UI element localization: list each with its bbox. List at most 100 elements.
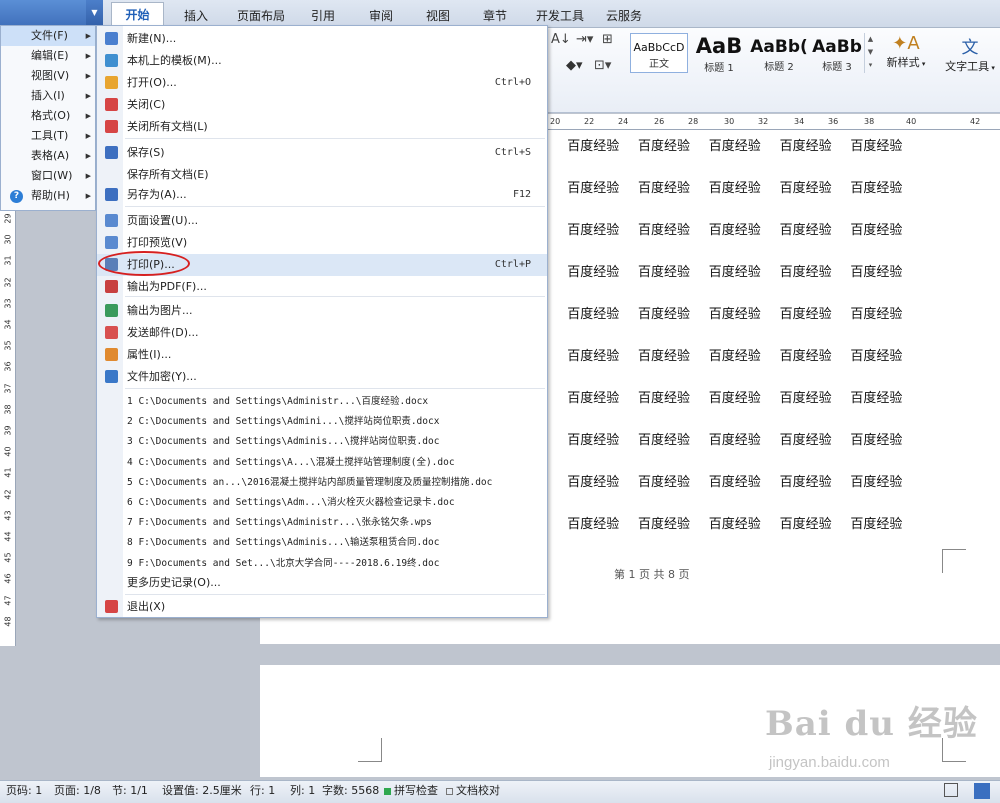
file-menu-item[interactable]: 页面设置(U)... <box>97 210 547 232</box>
spell-check-toggle[interactable]: 拼写检查 <box>384 781 438 801</box>
document-word: 百度经验 <box>850 139 903 154</box>
recent-file-item[interactable]: 5 C:\Documents an...\2016混凝土搅拌站内部质量管理制度及… <box>127 474 492 488</box>
align-icon[interactable]: ⇥▾ <box>576 32 593 47</box>
menu-item-format[interactable]: 格式(O) ▶ <box>1 106 95 126</box>
chevron-right-icon: ▶ <box>85 32 91 40</box>
document-word: 百度经验 <box>637 391 690 406</box>
spell-check-label: 拼写检查 <box>394 784 438 797</box>
recent-file-item[interactable]: 7 F:\Documents and Settings\Administr...… <box>127 514 432 528</box>
new-style-button[interactable]: ✦A 新样式 ▾ <box>882 33 930 70</box>
document-word: 百度经验 <box>779 517 832 532</box>
page-corner-mark <box>942 549 966 573</box>
exit-menu-item[interactable]: 退出(X) <box>97 596 547 618</box>
fill-color-icon[interactable]: ◆▾ <box>566 58 583 73</box>
menu-item-file[interactable]: 文件(F) ▶ <box>1 26 95 46</box>
ruler-mark: 38 <box>3 404 13 415</box>
document-word: 百度经验 <box>637 475 690 490</box>
style-normal[interactable]: AaBbCcD 正文 <box>630 33 688 73</box>
tab-chapter[interactable]: 章节 <box>483 7 507 24</box>
file-menu-item[interactable]: 保存(S) Ctrl+S <box>97 142 547 164</box>
highlight-circle <box>98 251 190 276</box>
recent-file-item[interactable]: 4 C:\Documents and Settings\A...\混凝土搅拌站管… <box>127 454 455 468</box>
document-word: 百度经验 <box>708 433 761 448</box>
recent-file-item[interactable]: 8 F:\Documents and Settings\Adminis...\输… <box>127 534 439 548</box>
chevron-right-icon: ▶ <box>85 192 91 200</box>
menu-label: 退出(X) <box>127 600 166 613</box>
file-menu-item[interactable]: 输出为PDF(F)... <box>97 276 547 298</box>
more-history-item[interactable]: 更多历史记录(O)... <box>127 574 221 590</box>
document-word: 百度经验 <box>779 307 832 322</box>
new-doc-icon <box>105 32 118 45</box>
menu-label: 页面设置(U)... <box>127 214 199 227</box>
document-word: 百度经验 <box>708 391 761 406</box>
menu-item-tools[interactable]: 工具(T) ▶ <box>1 126 95 146</box>
ruler-mark: 42 <box>3 489 13 500</box>
file-menu-item[interactable]: 关闭所有文档(L) <box>97 116 547 138</box>
document-word: 百度经验 <box>567 475 620 490</box>
page-setup-icon <box>105 214 118 227</box>
save-as-icon <box>105 188 118 201</box>
wps-menu-dropdown-arrow[interactable]: ▼ <box>86 0 103 27</box>
menu-item-insert[interactable]: 插入(I) ▶ <box>1 86 95 106</box>
menu-item-help[interactable]: ? 帮助(H) ▶ <box>1 186 95 206</box>
encrypt-icon <box>105 370 118 383</box>
chevron-right-icon: ▶ <box>85 172 91 180</box>
recent-file-item[interactable]: 1 C:\Documents and Settings\Administr...… <box>127 393 428 407</box>
tab-insert[interactable]: 插入 <box>184 7 208 24</box>
file-menu-item[interactable]: 另存为(A)... F12 <box>97 184 547 206</box>
tab-references[interactable]: 引用 <box>311 7 335 24</box>
ruler-mark: 43 <box>3 510 13 521</box>
table-grid-icon[interactable]: ⊞ <box>602 32 613 47</box>
file-menu-item[interactable]: 输出为图片... <box>97 300 547 322</box>
file-menu-item[interactable]: 打开(O)... Ctrl+O <box>97 72 547 94</box>
text-tools-button[interactable]: 文 文字工具 ▾ <box>940 33 1000 74</box>
style-heading-1[interactable]: AaB 标题 1 <box>690 33 748 73</box>
file-menu-item[interactable]: 本机上的模板(M)... <box>97 50 547 72</box>
status-words[interactable]: 字数: 5568 <box>322 781 379 801</box>
document-word: 百度经验 <box>567 433 620 448</box>
file-menu-item[interactable]: 打印预览(V) <box>97 232 547 254</box>
recent-file-item[interactable]: 6 C:\Documents and Settings\Adm...\消火栓灭火… <box>127 494 455 508</box>
style-heading-2[interactable]: AaBb( 标题 2 <box>750 33 808 73</box>
tab-review[interactable]: 审阅 <box>369 7 393 24</box>
help-icon: ? <box>10 190 23 203</box>
sort-icon[interactable]: A↓ <box>551 32 571 47</box>
menu-item-edit[interactable]: 编辑(E) ▶ <box>1 46 95 66</box>
document-word: 百度经验 <box>850 391 903 406</box>
menu-item-window[interactable]: 窗口(W) ▶ <box>1 166 95 186</box>
border-icon[interactable]: ⊡▾ <box>594 58 611 73</box>
wps-menu-button[interactable] <box>0 0 86 27</box>
ruler-mark: 36 <box>828 117 839 126</box>
ruler-mark: 41 <box>3 467 13 478</box>
tab-page-layout[interactable]: 页面布局 <box>237 7 285 24</box>
recent-file-item[interactable]: 2 C:\Documents and Settings\Admini...\搅拌… <box>127 413 439 427</box>
file-menu-item[interactable]: 新建(N)... <box>97 28 547 50</box>
menu-label: 输出为PDF(F)... <box>127 280 207 293</box>
document-word: 百度经验 <box>567 349 620 364</box>
style-heading-3[interactable]: AaBb 标题 3 <box>808 33 866 73</box>
recent-file-item[interactable]: 9 F:\Documents and Set...\北京大学合同----2018… <box>127 555 439 569</box>
status-page[interactable]: 页面: 1/8 <box>54 781 101 801</box>
ruler-mark: 37 <box>3 383 13 394</box>
view-mode-icon[interactable] <box>974 783 990 799</box>
menu-label: 文件加密(Y)... <box>127 370 197 383</box>
style-gallery-scroll[interactable]: ▲ ▼ ▾ <box>864 33 876 73</box>
menu-item-table[interactable]: 表格(A) ▶ <box>1 146 95 166</box>
recent-file-item[interactable]: 3 C:\Documents and Settings\Adminis...\搅… <box>127 433 439 447</box>
document-word: 百度经验 <box>779 139 832 154</box>
proofread-toggle[interactable]: 文档校对 <box>446 781 500 801</box>
ruler-mark: 26 <box>654 117 665 126</box>
tab-view[interactable]: 视图 <box>426 7 450 24</box>
fullscreen-icon[interactable] <box>944 783 958 797</box>
file-menu-item[interactable]: 保存所有文档(E) <box>97 164 547 186</box>
tab-cloud[interactable]: 云服务 <box>606 7 642 24</box>
vertical-ruler[interactable]: 29 30 31 32 33 34 35 36 37 38 39 40 41 4… <box>0 210 16 646</box>
file-menu-item[interactable]: 文件加密(Y)... <box>97 366 547 388</box>
tab-developer[interactable]: 开发工具 <box>536 7 584 24</box>
menu-label: 另存为(A)... <box>127 188 187 201</box>
menu-item-view[interactable]: 视图(V) ▶ <box>1 66 95 86</box>
file-menu-item[interactable]: 发送邮件(D)... <box>97 322 547 344</box>
horizontal-ruler[interactable]: 20 22 24 26 28 30 32 34 36 38 40 42 <box>546 114 1000 130</box>
file-menu-item[interactable]: 属性(I)... <box>97 344 547 366</box>
file-menu-item[interactable]: 关闭(C) <box>97 94 547 116</box>
